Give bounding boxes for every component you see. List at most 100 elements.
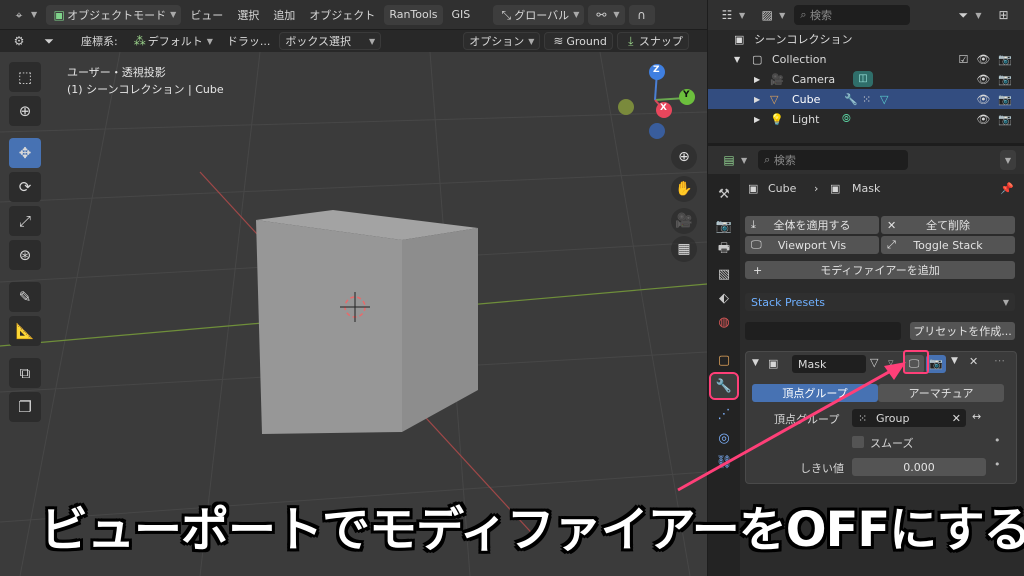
snap-toggle[interactable]: ∩: [628, 4, 655, 25]
tab-render[interactable]: 📷: [711, 214, 737, 238]
projection-toggle-button[interactable]: ▦: [671, 236, 697, 262]
tool-settings-header: ⚙ ⏷ 座標系: ⁂ デフォルト ▼ ドラッ... ボックス選択 ▼ オプション ▼ ≋…: [0, 30, 707, 52]
tab-physics[interactable]: ◎: [711, 426, 737, 450]
viewport-vis-button[interactable]: 🖵 Viewport Vis: [745, 236, 879, 254]
smooth-checkbox[interactable]: [852, 436, 864, 448]
add-cube-tool[interactable]: ⧉: [9, 358, 41, 388]
cube-object[interactable]: [256, 210, 478, 434]
tab-scene[interactable]: ⬖: [711, 286, 737, 310]
outliner-row-collection[interactable]: ▼ ▢ Collection ☑ 👁 📷: [708, 49, 1024, 69]
vertex-group-field[interactable]: ⁙ Group ✕: [852, 409, 966, 427]
annotate-tool[interactable]: ✎: [9, 282, 41, 312]
filter-button[interactable]: ⏷: [36, 32, 62, 50]
threshold-keyframe-dot[interactable]: •: [994, 458, 1001, 471]
display-mode-dropdown[interactable]: ▨ ▼: [754, 5, 790, 25]
render-camera-icon[interactable]: 📷: [998, 73, 1012, 86]
extra-tool[interactable]: ❐: [9, 392, 41, 422]
outliner-filter-button[interactable]: ⏷ ▼: [950, 5, 986, 25]
tab-modifiers[interactable]: 🔧: [709, 372, 739, 400]
create-preset-button[interactable]: プリセットを作成...: [910, 322, 1015, 340]
tab-world[interactable]: ◍: [711, 310, 737, 334]
preset-name-input[interactable]: [745, 322, 901, 340]
invert-icon[interactable]: ↔: [972, 410, 981, 423]
navigation-gizmo[interactable]: [618, 64, 695, 139]
smooth-keyframe-dot[interactable]: •: [994, 434, 1001, 447]
checkbox-icon[interactable]: ☑: [958, 53, 968, 66]
options-dropdown[interactable]: オプション ▼: [463, 32, 541, 50]
measure-tool[interactable]: 📐: [9, 316, 41, 346]
mode-dropdown[interactable]: ▣ オブジェクトモード ▼: [46, 4, 182, 25]
scene-icon: ⬖: [719, 290, 729, 306]
drag-dropdown[interactable]: ボックス選択 ▼: [279, 32, 382, 50]
eye-icon[interactable]: 👁: [976, 53, 990, 66]
menu-gis[interactable]: GIS: [447, 5, 476, 25]
properties-editor-type[interactable]: ▤ ▼: [716, 150, 752, 170]
remove-modifier-icon[interactable]: ✕: [969, 355, 978, 368]
eye-icon[interactable]: 👁: [976, 93, 990, 106]
add-modifier-button[interactable]: + モディファイアーを追加: [745, 261, 1015, 279]
eye-icon[interactable]: 👁: [976, 73, 990, 86]
pan-button[interactable]: ✋: [671, 176, 697, 202]
collapse-chevron-icon[interactable]: ▼: [752, 358, 759, 368]
scene-collection-row[interactable]: ▣ シーンコレクション: [708, 29, 1024, 49]
delete-all-button[interactable]: ✕ 全て削除: [881, 216, 1015, 234]
collection-icon: ▢: [752, 52, 763, 66]
tab-output[interactable]: 🖶: [711, 238, 737, 262]
menu-rantools[interactable]: RanTools: [384, 4, 443, 25]
menu-object[interactable]: オブジェクト: [304, 5, 380, 25]
tab-constraints[interactable]: ⛓: [711, 450, 737, 474]
modifier-name-input[interactable]: Mask: [792, 355, 866, 373]
outliner-editor-type[interactable]: ☷ ▼: [714, 5, 750, 25]
properties-options-dropdown[interactable]: ▼: [999, 150, 1016, 170]
editor-type-button[interactable]: ⌖ ▼: [6, 5, 42, 25]
tool-settings-button[interactable]: ⚙: [6, 32, 32, 50]
menu-add[interactable]: 追加: [268, 5, 300, 25]
eye-icon[interactable]: 👁: [976, 113, 990, 126]
render-camera-icon[interactable]: 📷: [998, 53, 1012, 66]
stack-presets-dropdown[interactable]: Stack Presets ▼: [745, 293, 1015, 311]
tab-tool[interactable]: ⚒: [711, 182, 737, 206]
cursor-tool[interactable]: ⊕: [9, 96, 41, 126]
toggle-stack-button[interactable]: ⤢ Toggle Stack: [881, 236, 1015, 254]
coord-system-dropdown[interactable]: ⁂ デフォルト ▼: [127, 32, 218, 50]
move-tool[interactable]: ✥: [9, 138, 41, 168]
tab-object[interactable]: ▢: [711, 348, 737, 372]
clear-icon[interactable]: ✕: [952, 412, 961, 425]
transform-tool[interactable]: ⊛: [9, 240, 41, 270]
outliner-row-light[interactable]: ▶ 💡 Light ⦾ 👁 📷: [708, 109, 1024, 129]
ground-button[interactable]: ≋ Ground: [544, 32, 613, 50]
new-collection-button[interactable]: ⊞: [990, 5, 1016, 25]
menu-view[interactable]: ビュー: [185, 5, 228, 25]
apply-icon: ⤓: [751, 218, 756, 231]
modifier-dropdown-icon[interactable]: ▼: [951, 356, 958, 366]
properties-search-input[interactable]: ⌕ 検索: [758, 150, 909, 170]
mode-vertex-group-button[interactable]: 頂点グループ: [752, 384, 878, 402]
snap-button[interactable]: ⤓ スナップ: [616, 32, 689, 50]
pivot-dropdown[interactable]: ⚯ ▼: [588, 4, 625, 25]
tab-particles[interactable]: ⋰: [711, 402, 737, 426]
mode-armature-button[interactable]: アーマチュア: [878, 384, 1004, 402]
show-in-render-toggle[interactable]: 📷: [926, 355, 946, 373]
mesh-object-icon: ▽: [770, 92, 779, 106]
outliner-row-camera[interactable]: ▶ 🎥 Camera ◫ 👁 📷: [708, 69, 1024, 89]
select-box-tool[interactable]: ⬚: [9, 62, 41, 92]
edit-mode-icon[interactable]: ▽: [870, 356, 878, 369]
menu-select[interactable]: 選択: [232, 5, 264, 25]
active-object-label: (1) シーンコレクション | Cube: [67, 83, 224, 96]
cage-icon[interactable]: ▿: [888, 356, 894, 369]
pin-icon[interactable]: 📌: [1000, 182, 1014, 195]
outliner-row-cube[interactable]: ▶ ▽ Cube 🔧 ⁙ ▽ 👁 📷: [708, 89, 1024, 109]
drag-label: ドラッ...: [226, 35, 271, 48]
zoom-button[interactable]: ⊕: [671, 144, 697, 170]
drag-handle-icon[interactable]: ⋯: [994, 354, 1005, 367]
camera-view-button[interactable]: 🎥: [671, 208, 697, 234]
tab-view-layer[interactable]: ▧: [711, 262, 737, 286]
render-camera-icon[interactable]: 📷: [998, 93, 1012, 106]
rotate-tool[interactable]: ⟳: [9, 172, 41, 202]
outliner-search-input[interactable]: ⌕ 検索: [794, 5, 911, 25]
threshold-field[interactable]: 0.000: [852, 458, 986, 476]
apply-all-button[interactable]: ⤓ 全体を適用する: [745, 216, 879, 234]
render-camera-icon[interactable]: 📷: [998, 113, 1012, 126]
orientation-dropdown[interactable]: ⤡ グローバル ▼: [493, 4, 585, 25]
scale-tool[interactable]: ⤢: [9, 206, 41, 236]
